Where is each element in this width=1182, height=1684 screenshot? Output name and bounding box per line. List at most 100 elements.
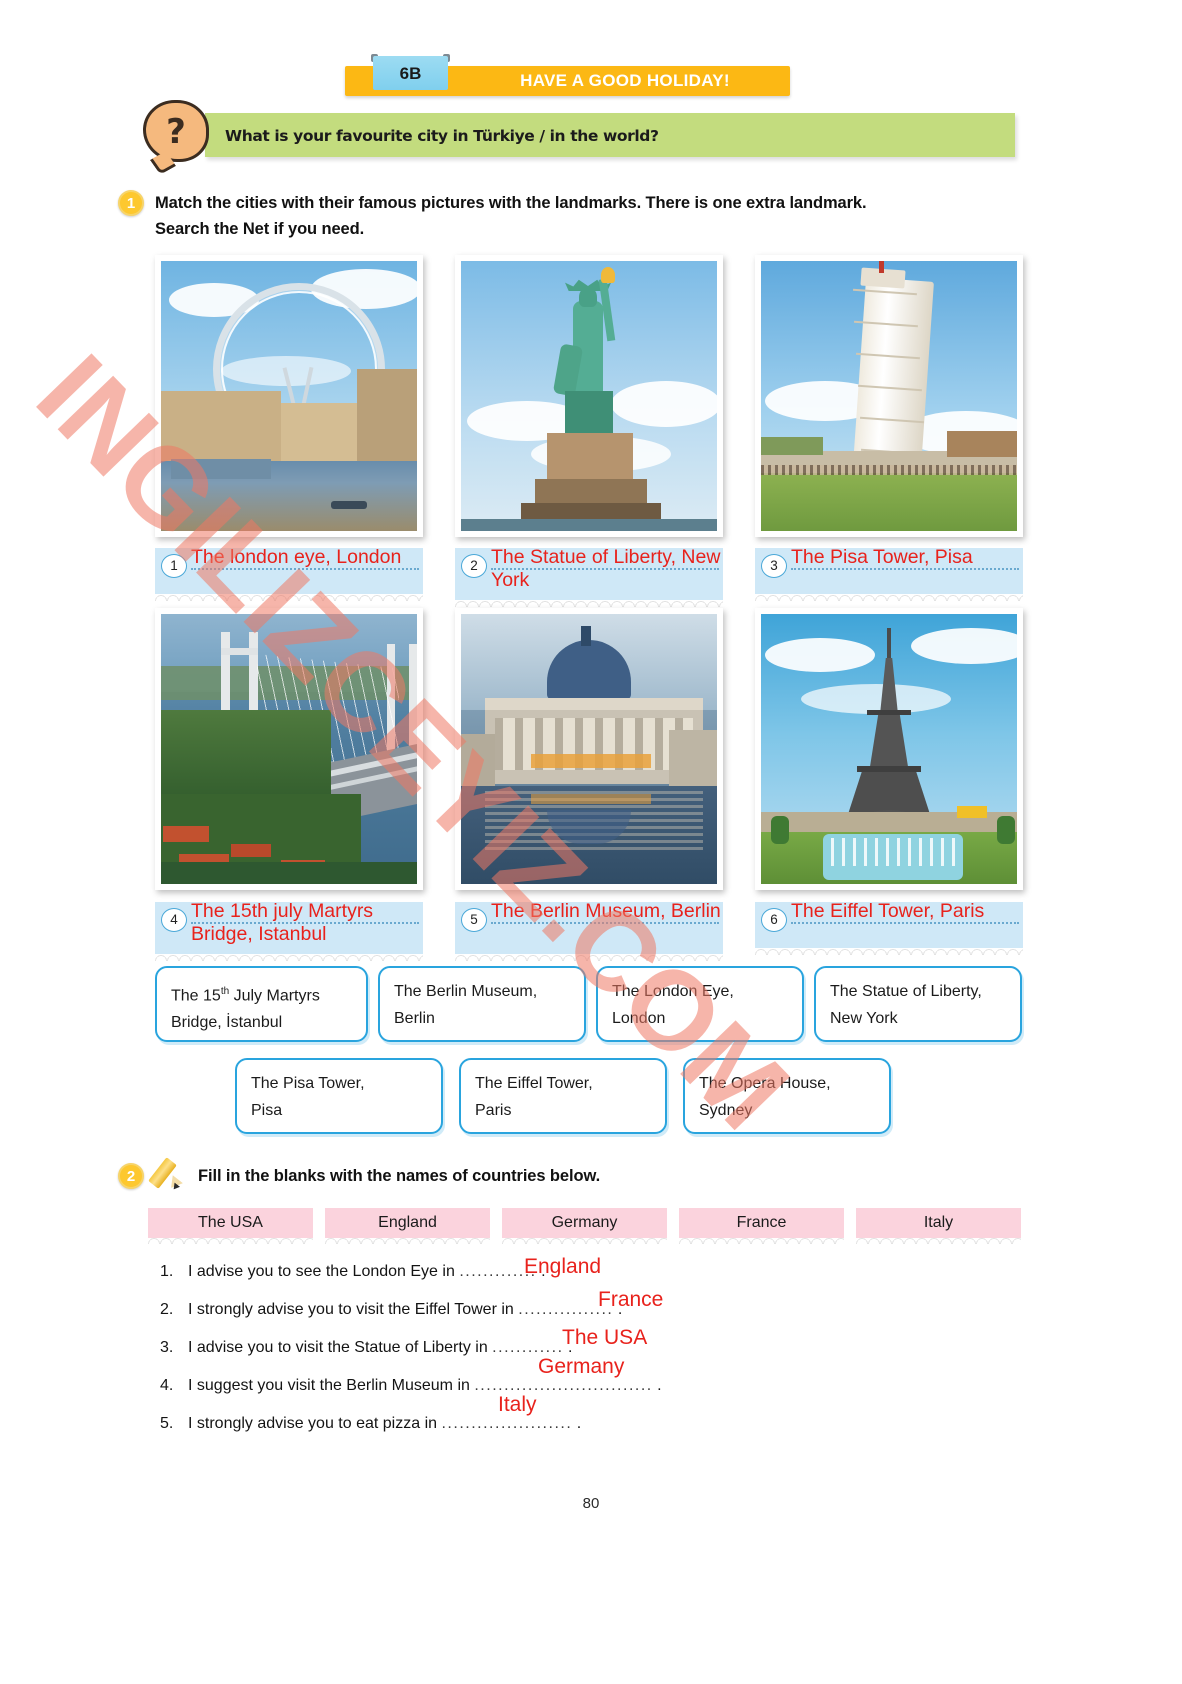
word-bank-ordinal-suffix: th: [220, 986, 230, 997]
answer-number-2: 2: [461, 554, 487, 578]
answer-number-3: 3: [761, 554, 787, 578]
page-number: 80: [582, 1495, 600, 1512]
word-bank-line2: Bridge, İstanbul: [171, 1014, 283, 1032]
answer-strip-2[interactable]: 2 The Statue of Liberty, New York: [455, 546, 723, 607]
fill-blank-sentence-2[interactable]: 2. I strongly advise you to visit the Eif…: [160, 1301, 622, 1319]
fill-blank-sentence-1[interactable]: 1. I advise you to see the London Eye in …: [160, 1263, 546, 1281]
sentence-text: I advise you to visit the Statue of Libe…: [188, 1339, 488, 1356]
answer-number-6: 6: [761, 908, 787, 932]
question-mark-glyph: ?: [166, 112, 186, 152]
pencil-icon: [148, 1156, 196, 1190]
handwritten-answer-4: Germany: [538, 1355, 625, 1378]
workbook-page: 6B HAVE A GOOD HOLIDAY! What is your fav…: [0, 0, 1182, 1684]
sentence-blank: ......................: [441, 1415, 573, 1432]
fill-blank-sentence-3[interactable]: 3. I advise you to visit the Statue of Li…: [160, 1339, 572, 1357]
answer-text-5: The Berlin Museum, Berlin: [491, 900, 721, 922]
torn-edge: [455, 598, 723, 607]
word-bank-line2: Pisa: [251, 1102, 283, 1119]
fill-blank-sentence-5[interactable]: 5. I strongly advise you to eat pizza in …: [160, 1415, 581, 1433]
torn-edge: [755, 946, 1023, 955]
exercise-2-instruction: Fill in the blanks with the names of cou…: [198, 1167, 601, 1185]
unit-banner: 6B HAVE A GOOD HOLIDAY!: [345, 54, 790, 98]
country-chip-label: England: [378, 1214, 437, 1231]
word-bank-line1: The Berlin Museum,: [394, 983, 538, 1000]
torn-edge: [502, 1236, 667, 1244]
photo-card-statue-of-liberty: [455, 255, 723, 537]
question-strip: What is your favourite city in Türkiye /…: [205, 113, 1015, 157]
unit-title: HAVE A GOOD HOLIDAY!: [520, 71, 730, 90]
word-bank-line2: London: [612, 1010, 666, 1027]
answer-number-5: 5: [461, 908, 487, 932]
word-bank-line2: New York: [830, 1010, 898, 1027]
exercise-1-instruction-line2: Search the Net if you need.: [155, 220, 365, 238]
word-bank-line2: Berlin: [394, 1010, 435, 1027]
word-bank-line1: The Eiffel Tower,: [475, 1075, 593, 1092]
word-bank-item-pisa-tower[interactable]: The Pisa Tower, Pisa: [235, 1058, 443, 1134]
answer-number-1: 1: [161, 554, 187, 578]
sentence-blank: ..............................: [474, 1377, 653, 1394]
fill-blank-sentence-4[interactable]: 4. I suggest you visit the Berlin Museum …: [160, 1377, 662, 1395]
answer-strip-3[interactable]: 3 The Pisa Tower, Pisa: [755, 546, 1023, 601]
answer-strip-4[interactable]: 4 The 15th july Martyrs Bridge, Istanbul: [155, 900, 423, 961]
word-bank-item-london-eye[interactable]: The London Eye, London: [596, 966, 804, 1042]
torn-edge: [755, 592, 1023, 601]
answer-text-2: The Statue of Liberty, New York: [491, 546, 721, 591]
torn-edge: [155, 592, 423, 601]
country-chip-england[interactable]: England: [325, 1208, 490, 1244]
handwritten-answer-5: Italy: [498, 1393, 537, 1416]
word-bank-item-martyrs-bridge[interactable]: The 15th July Martyrs Bridge, İstanbul: [155, 966, 368, 1042]
word-bank-item-opera-house[interactable]: The Opera House, Sydney: [683, 1058, 891, 1134]
unit-code-tab: 6B: [373, 56, 448, 90]
photo-card-pisa-tower: [755, 255, 1023, 537]
answer-number-4: 4: [161, 908, 187, 932]
question-mark-icon: ?: [143, 100, 209, 175]
torn-edge: [856, 1236, 1021, 1244]
word-bank-item-berlin-museum[interactable]: The Berlin Museum, Berlin: [378, 966, 586, 1042]
sentence-index: 3.: [160, 1339, 174, 1356]
word-bank-line1: The London Eye,: [612, 983, 734, 1000]
answer-text-4: The 15th july Martyrs Bridge, Istanbul: [191, 900, 374, 945]
torn-edge: [325, 1236, 490, 1244]
photo-card-london-eye: [155, 255, 423, 537]
torn-edge: [155, 952, 423, 961]
sentence-text: I suggest you visit the Berlin Museum in: [188, 1377, 470, 1394]
sentence-text: I strongly advise you to visit the Eiffe…: [188, 1301, 514, 1318]
sentence-period: .: [576, 1415, 582, 1432]
sentence-period: .: [657, 1377, 662, 1394]
word-bank-line1: The Pisa Tower,: [251, 1075, 365, 1092]
answer-text-3: The Pisa Tower, Pisa: [791, 546, 973, 568]
word-bank-line1: The Statue of Liberty,: [830, 983, 982, 1000]
word-bank-line1-post: July Martyrs: [229, 987, 320, 1005]
word-bank-line2: Paris: [475, 1102, 512, 1119]
torn-edge: [679, 1236, 844, 1244]
country-chip-label: The USA: [198, 1214, 263, 1231]
answer-strip-6[interactable]: 6 The Eiffel Tower, Paris: [755, 900, 1023, 955]
country-chip-label: France: [736, 1214, 787, 1231]
sentence-blank: ............: [492, 1339, 564, 1356]
answer-strip-1[interactable]: 1 The london eye, London: [155, 546, 423, 601]
country-chip-label: Germany: [551, 1214, 618, 1231]
sentence-index: 1.: [160, 1263, 174, 1280]
question-prompt-text: What is your favourite city in Türkiye /…: [225, 127, 659, 145]
country-chip-label: Italy: [923, 1214, 954, 1231]
country-chip-italy[interactable]: Italy: [856, 1208, 1021, 1244]
handwritten-answer-1: England: [524, 1255, 602, 1278]
word-bank-item-statue-of-liberty[interactable]: The Statue of Liberty, New York: [814, 966, 1022, 1042]
country-chip-the-usa[interactable]: The USA: [148, 1208, 313, 1244]
exercise-1-instruction-line1: Match the cities with their famous pictu…: [155, 194, 867, 212]
country-chip-france[interactable]: France: [679, 1208, 844, 1244]
word-bank-item-eiffel-tower[interactable]: The Eiffel Tower, Paris: [459, 1058, 667, 1134]
country-chip-germany[interactable]: Germany: [502, 1208, 667, 1244]
sentence-index: 2.: [160, 1301, 174, 1318]
word-bank-line2: Sydney: [699, 1102, 753, 1119]
handwritten-answer-3: The USA: [562, 1326, 648, 1349]
exercise-2-number: 2: [118, 1163, 144, 1189]
exercise-1-instruction: Match the cities with their famous pictu…: [155, 190, 1035, 242]
photo-card-berlin-museum: [455, 608, 723, 890]
answer-text-6: The Eiffel Tower, Paris: [791, 900, 985, 922]
answer-text-1: The london eye, London: [191, 546, 402, 568]
answer-strip-5[interactable]: 5 The Berlin Museum, Berlin: [455, 900, 723, 961]
sentence-index: 5.: [160, 1415, 174, 1432]
handwritten-answer-2: France: [598, 1288, 664, 1311]
exercise-1-number: 1: [118, 190, 144, 216]
